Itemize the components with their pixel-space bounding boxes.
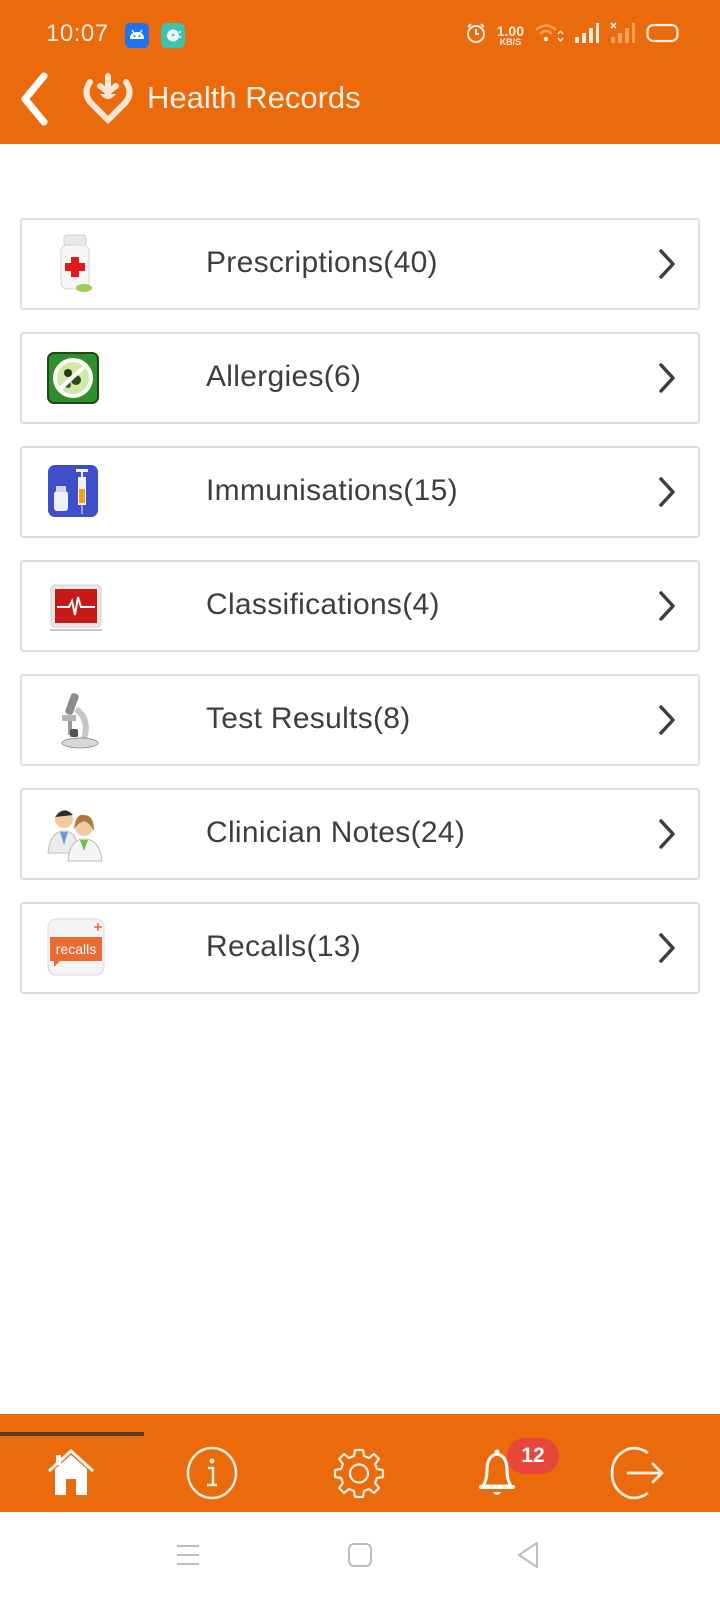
chevron-right-icon (659, 249, 675, 279)
record-row-recalls[interactable]: recalls Recalls(13) (20, 902, 700, 994)
record-row-classifications[interactable]: Classifications(4) (20, 560, 700, 652)
chevron-right-icon (659, 363, 675, 393)
app-header: 10:07 1.00 KB/S Health Records (0, 0, 720, 144)
menu-icon (177, 1545, 199, 1565)
nav-logout[interactable] (604, 1442, 674, 1504)
heart-monitor-icon (46, 575, 106, 637)
record-row-allergies[interactable]: Allergies(6) (20, 332, 700, 424)
status-time: 10:07 (46, 20, 109, 47)
chevron-right-icon (659, 477, 675, 507)
android-icon (125, 23, 149, 48)
record-label: Test Results(8) (206, 702, 411, 735)
nav-info[interactable] (177, 1442, 247, 1504)
record-label: Classifications(4) (206, 588, 440, 621)
page-title: Health Records (147, 80, 361, 115)
system-home-button[interactable] (337, 1532, 383, 1578)
clinicians-icon (46, 803, 106, 865)
home-icon (47, 1448, 95, 1495)
signal-icon (574, 22, 600, 49)
record-row-clinician-notes[interactable]: Clinician Notes(24) (20, 788, 700, 880)
home-square-icon (348, 1543, 372, 1567)
record-row-test-results[interactable]: Test Results(8) (20, 674, 700, 766)
notification-badge: 12 (507, 1438, 559, 1474)
chevron-left-icon (21, 72, 48, 126)
bottom-nav: 12 (0, 1414, 720, 1512)
back-button[interactable] (12, 70, 56, 128)
record-label: Recalls(13) (206, 930, 362, 963)
active-tab-indicator (0, 1432, 144, 1436)
signal-no-sim-icon (610, 21, 636, 49)
prescription-bottle-icon (46, 233, 106, 295)
status-icons: 1.00 KB/S (465, 20, 680, 50)
system-nav-bar (0, 1512, 720, 1600)
chevron-right-icon (659, 591, 675, 621)
recalls-icon-text: recalls (56, 941, 96, 957)
app-notification-icon (161, 23, 185, 48)
system-back-button[interactable] (505, 1532, 551, 1578)
gear-icon (333, 1448, 385, 1499)
battery-icon (646, 22, 680, 49)
record-row-prescriptions[interactable]: Prescriptions(40) (20, 218, 700, 310)
record-label: Clinician Notes(24) (206, 816, 466, 849)
alarm-icon (465, 22, 487, 49)
nav-settings[interactable] (324, 1442, 394, 1504)
net-speed: 1.00 KB/S (497, 24, 524, 47)
record-row-immunisations[interactable]: Immunisations(15) (20, 446, 700, 538)
immunisation-syringe-icon (46, 461, 106, 523)
wifi-icon (534, 22, 564, 49)
net-speed-value: 1.00 (496, 22, 524, 39)
record-label: Allergies(6) (206, 360, 362, 393)
chevron-right-icon (659, 933, 675, 963)
nav-home[interactable] (36, 1442, 106, 1504)
record-label: Immunisations(15) (206, 474, 458, 507)
system-menu-button[interactable] (165, 1532, 211, 1578)
allergy-icon (46, 347, 106, 409)
microscope-icon (46, 689, 106, 751)
back-triangle-icon (518, 1542, 538, 1568)
net-speed-unit: KB/S (499, 36, 522, 47)
info-icon (186, 1446, 238, 1500)
recalls-icon: recalls (46, 917, 106, 979)
health-heart-logo (80, 72, 136, 125)
chevron-right-icon (659, 819, 675, 849)
health-records-list: Prescriptions(40) Allergies(6) Immunisat… (20, 218, 700, 1016)
chevron-right-icon (659, 705, 675, 735)
record-label: Prescriptions(40) (206, 246, 438, 279)
logout-icon (610, 1446, 664, 1500)
